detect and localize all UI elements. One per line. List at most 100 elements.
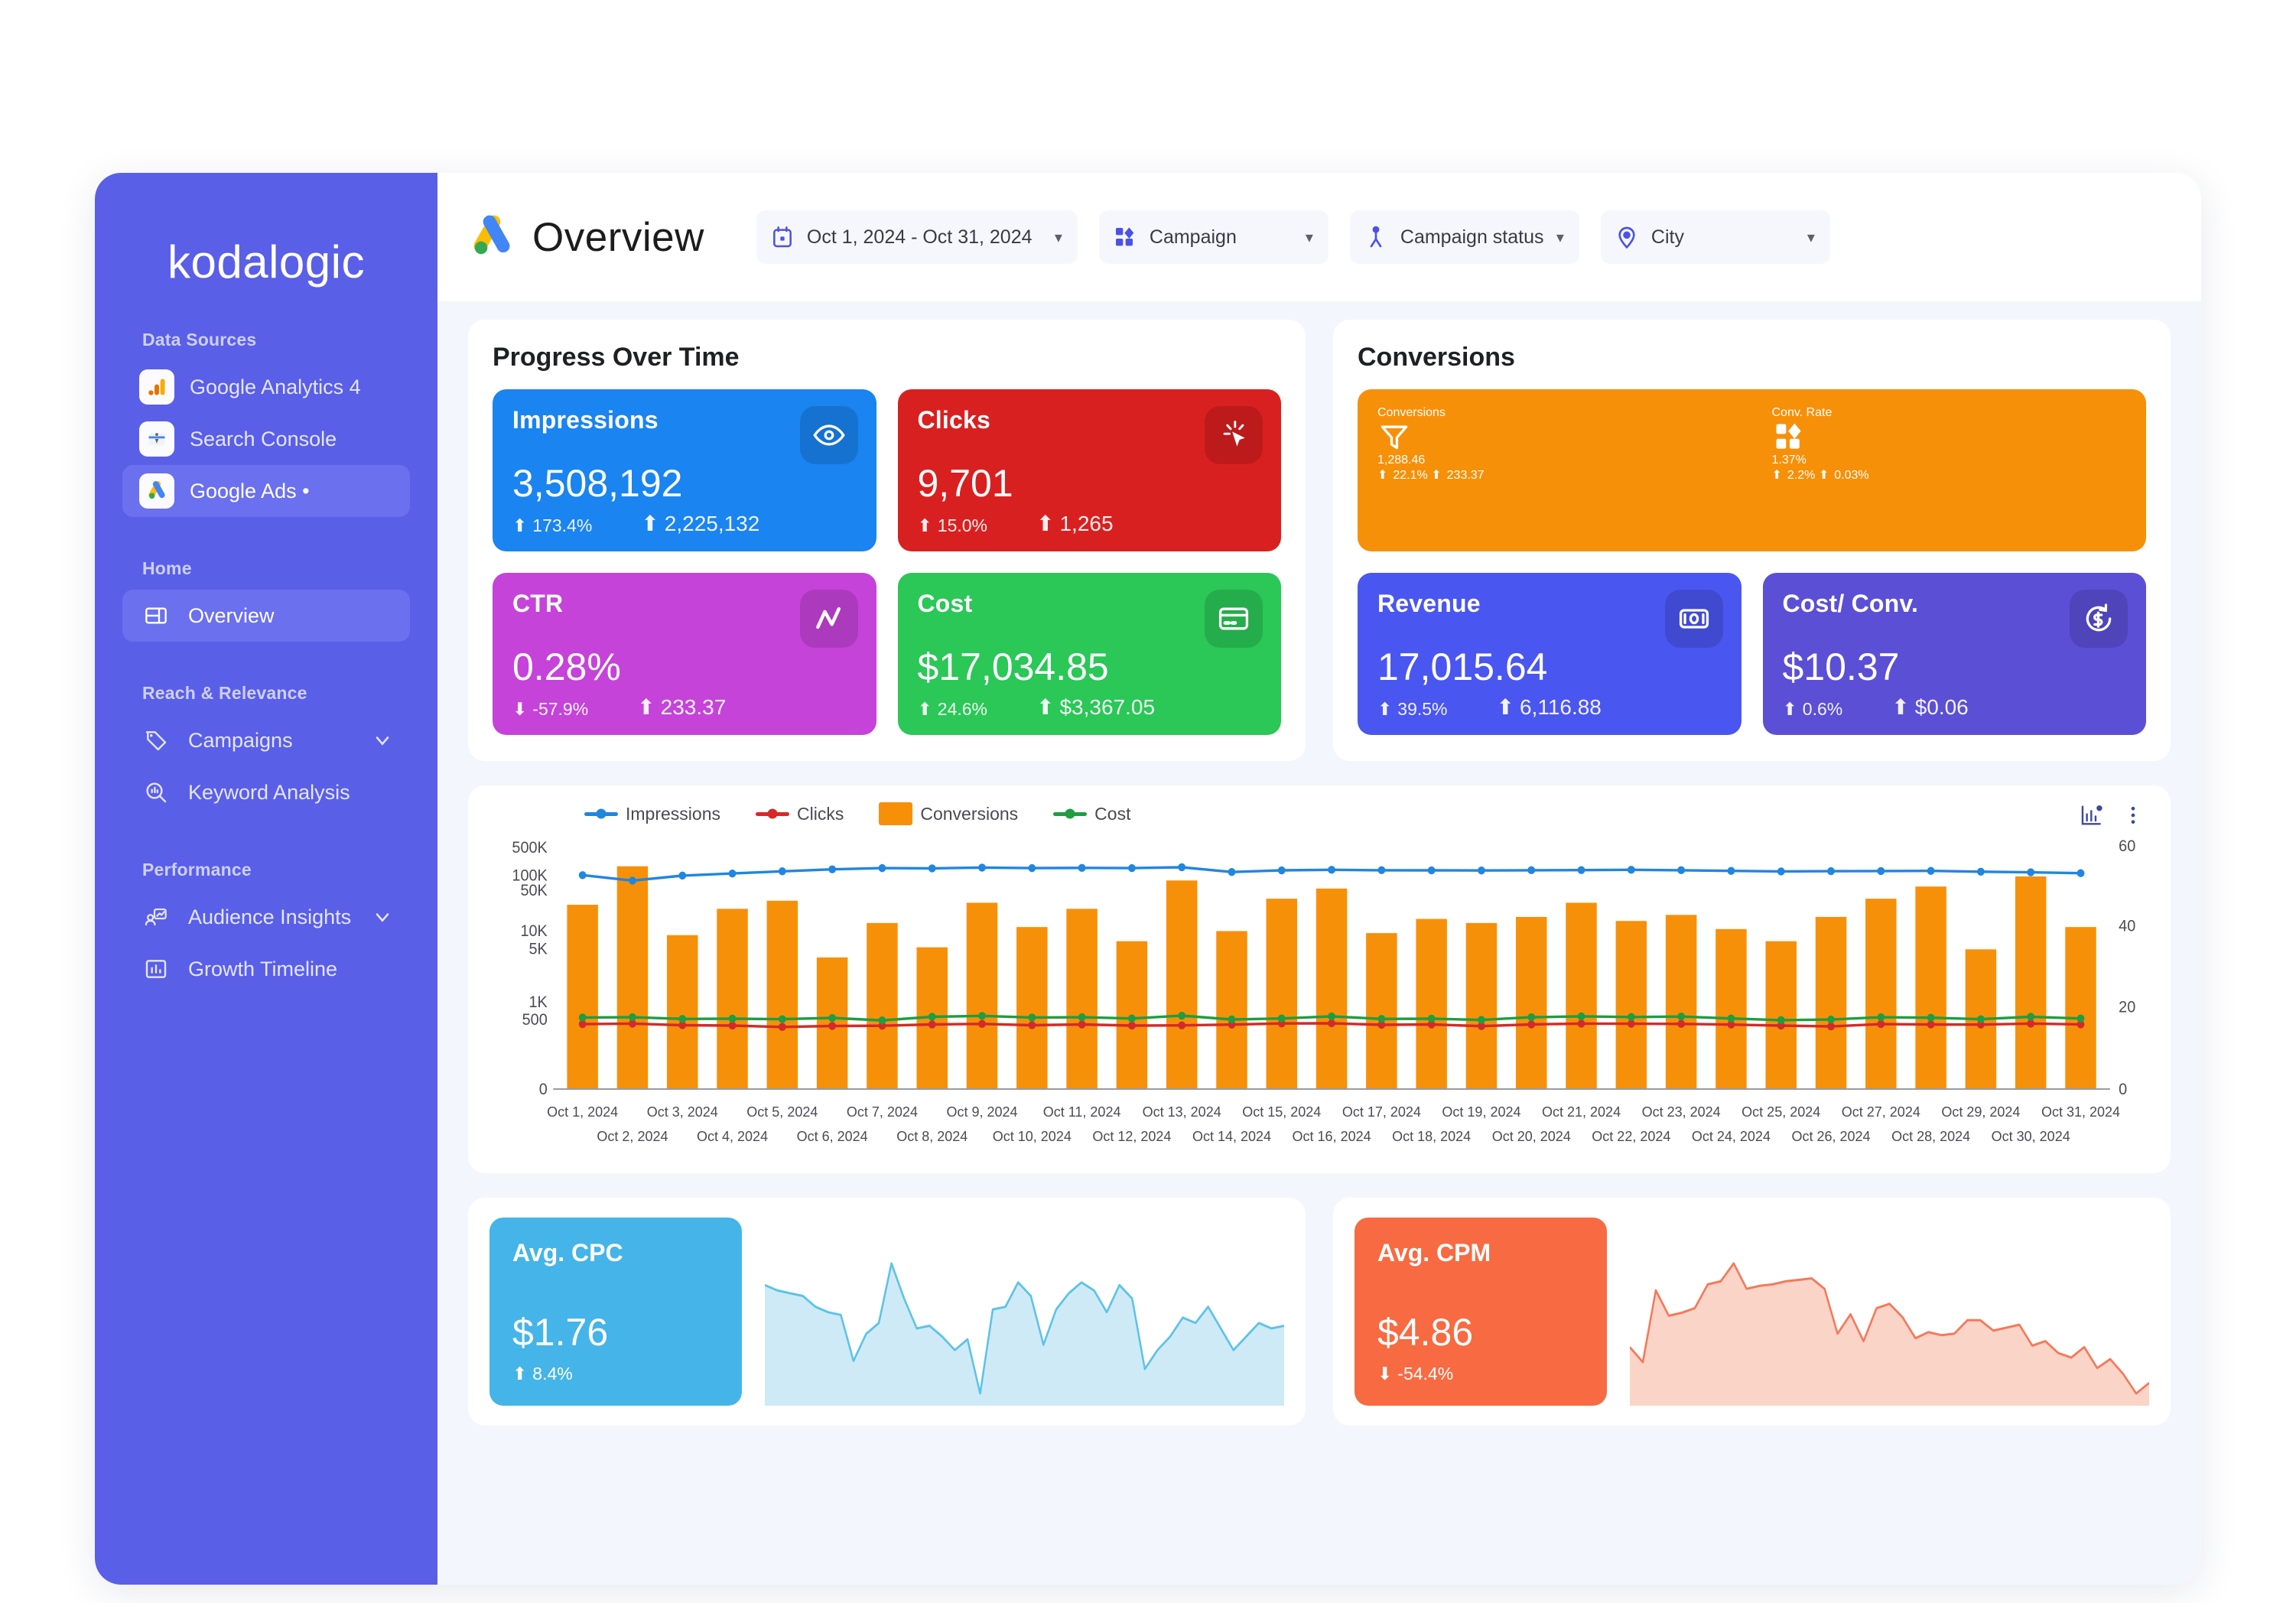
sidebar-section-data-sources: Data Sources [142, 330, 257, 350]
date-range-value: Oct 1, 2024 - Oct 31, 2024 [806, 226, 1033, 248]
date-range-filter[interactable]: Oct 1, 2024 - Oct 31, 2024 ▾ [756, 210, 1078, 264]
sidebar-item-label: Google Analytics 4 [190, 375, 361, 398]
kpi-delta-percent: ⬆ 0.6% [1782, 699, 1843, 719]
kpi-card-conv-rate[interactable]: Conv. Rate 1.37% ⬆ 2.2% ⬆ 0.03% [1752, 389, 2147, 551]
kpi-value: 17,015.64 [1377, 645, 1548, 688]
chart-point [1478, 1016, 1485, 1024]
x-axis-tick: Oct 16, 2024 [1292, 1129, 1371, 1144]
chevron-down-icon[interactable]: ▾ [1807, 228, 1815, 247]
sidebar-item-google-analytics-4[interactable]: Google Analytics 4 [122, 361, 410, 413]
chevron-down-icon[interactable]: ▾ [1556, 228, 1564, 247]
chart-point [1427, 866, 1436, 875]
eye-icon [799, 406, 858, 464]
chart-bar [1516, 916, 1547, 1089]
chart-point [1677, 1019, 1686, 1029]
chart-point [1976, 1015, 1985, 1023]
sidebar-item-keyword-analysis[interactable]: Keyword Analysis [122, 766, 410, 818]
sidebar-item-campaigns[interactable]: Campaigns [122, 714, 410, 766]
city-filter[interactable]: City ▾ [1600, 210, 1830, 264]
sidebar-item-label: Google Ads • [190, 479, 310, 502]
brand-logo: kodalogic [167, 236, 365, 288]
chevron-down-icon[interactable]: ▾ [1055, 228, 1062, 247]
click-cursor-icon [1205, 406, 1263, 464]
conversions-wide-card[interactable]: Conversions 1,288.46 ⬆ 22.1% ⬆ 233.37 Co… [1358, 389, 2146, 551]
legend-label: Cost [1094, 803, 1131, 824]
campaign-filter[interactable]: Campaign ▾ [1098, 210, 1328, 264]
chevron-down-icon[interactable] [372, 906, 393, 928]
campaign-status-filter[interactable]: Campaign status ▾ [1349, 210, 1579, 264]
x-axis-tick: Oct 4, 2024 [697, 1129, 769, 1144]
chart-point [1078, 1013, 1086, 1022]
kpi-card-avg-cpc[interactable]: Avg. CPC $1.76 ⬆ 8.4% [489, 1218, 742, 1406]
kpi-value: $17,034.85 [917, 645, 1109, 688]
kpi-delta: ⬇ -54.4% [1377, 1364, 1454, 1384]
x-axis-tick: Oct 11, 2024 [1042, 1104, 1121, 1120]
sidebar-item-search-console[interactable]: Search Console [122, 413, 410, 465]
chart-point [1677, 866, 1686, 875]
conversions-kpi-grid: Revenue 17,015.64 ⬆ 39.5% ⬆ 6,116.88 Cos… [1358, 573, 2146, 735]
more-options-icon[interactable] [2122, 804, 2145, 827]
chart-point [978, 863, 986, 872]
panel-title: Conversions [1358, 343, 1515, 372]
chart-bar [1166, 880, 1198, 1089]
kpi-card-impressions[interactable]: Impressions 3,508,192 ⬆ 173.4% ⬆ 2,225,1… [493, 389, 876, 551]
sidebar-item-growth-timeline[interactable]: Growth Timeline [122, 943, 410, 995]
kpi-card-conversions[interactable]: Conversions 1,288.46 ⬆ 22.1% ⬆ 233.37 [1358, 389, 1752, 551]
legend-item-impressions[interactable]: Impressions [584, 804, 720, 824]
kpi-value: $4.86 [1377, 1311, 1474, 1354]
arrow-up-icon: ⬆ [512, 1364, 528, 1384]
legend-item-clicks[interactable]: Clicks [755, 804, 844, 824]
sidebar-item-google-ads[interactable]: Google Ads • [122, 465, 410, 517]
chart-point [878, 863, 886, 873]
chart-point [629, 1013, 636, 1022]
sidebar-item-audience-insights[interactable]: Audience Insights [122, 891, 410, 943]
kpi-delta-percent: ⬆ 2.2% [1771, 469, 1816, 482]
chart-point [1527, 1013, 1536, 1022]
chart-point [1627, 866, 1635, 874]
chart-point [1577, 1012, 1585, 1021]
blocks-icon [1772, 420, 2127, 454]
arrow-up-icon: ⬆ [1771, 469, 1782, 482]
kpi-label: Conv. Rate [1771, 406, 1833, 419]
chart-bar [1465, 922, 1498, 1089]
chart-settings-icon[interactable] [2079, 802, 2105, 828]
legend-item-conversions[interactable]: Conversions [879, 802, 1018, 825]
kpi-card-ctr[interactable]: CTR 0.28% ⬇ -57.9% ⬆ 233.37 [493, 573, 876, 735]
kpi-card-cost-per-conv[interactable]: Cost/ Conv. $10.37 ⬆ 0.6% ⬆ $0.06 [1762, 573, 2146, 735]
combo-chart-svg: 500K100K50K10K5K1K50006040200 [512, 838, 2135, 1098]
x-axis-tick: Oct 28, 2024 [1891, 1129, 1971, 1144]
legend-marker [879, 802, 913, 825]
y-axis-left-tick: 10K [520, 923, 548, 941]
chart-point [828, 865, 837, 873]
kpi-card-revenue[interactable]: Revenue 17,015.64 ⬆ 39.5% ⬆ 6,116.88 [1358, 573, 1742, 735]
x-axis-tick: Oct 26, 2024 [1791, 1129, 1871, 1144]
chart-point [678, 871, 687, 880]
kpi-card-cost[interactable]: Cost $17,034.85 ⬆ 24.6% ⬆ $3,367.05 [897, 573, 1281, 735]
chart-bar [1815, 916, 1847, 1089]
y-axis-right-tick: 60 [2119, 838, 2135, 856]
kpi-card-avg-cpm[interactable]: Avg. CPM $4.86 ⬇ -54.4% [1355, 1218, 1607, 1406]
chevron-down-icon[interactable]: ▾ [1306, 228, 1313, 247]
chart-point [1228, 1015, 1236, 1024]
sidebar-item-overview[interactable]: Overview [122, 590, 410, 642]
chart-point [2076, 869, 2085, 877]
chart-bar [2015, 876, 2047, 1089]
x-axis-tick: Oct 1, 2024 [547, 1104, 619, 1120]
arrow-up-icon: ⬆ [1496, 695, 1514, 719]
sidebar-section-performance: Performance [142, 860, 252, 880]
tag-icon [139, 723, 173, 757]
conversions-panel: Conversions Conversions 1,288.46 ⬆ 22.1%… [1333, 320, 2171, 761]
sparkline-area [765, 1263, 1284, 1406]
chart-bar [1566, 902, 1597, 1089]
kpi-card-clicks[interactable]: Clicks 9,701 ⬆ 15.0% ⬆ 1,265 [897, 389, 1281, 551]
chart-point [1727, 867, 1735, 875]
chart-point [629, 876, 636, 885]
campaign-value: Campaign [1149, 226, 1237, 248]
legend-item-cost[interactable]: Cost [1053, 804, 1130, 824]
chart-bar [717, 909, 748, 1089]
chevron-down-icon[interactable] [372, 730, 393, 751]
chart-point [2076, 1014, 2085, 1023]
progress-over-time-panel: Progress Over Time Impressions 3,508,192 [468, 320, 1306, 761]
arrow-up-icon: ⬆ [1377, 699, 1393, 719]
chart-bar [1915, 886, 1946, 1089]
